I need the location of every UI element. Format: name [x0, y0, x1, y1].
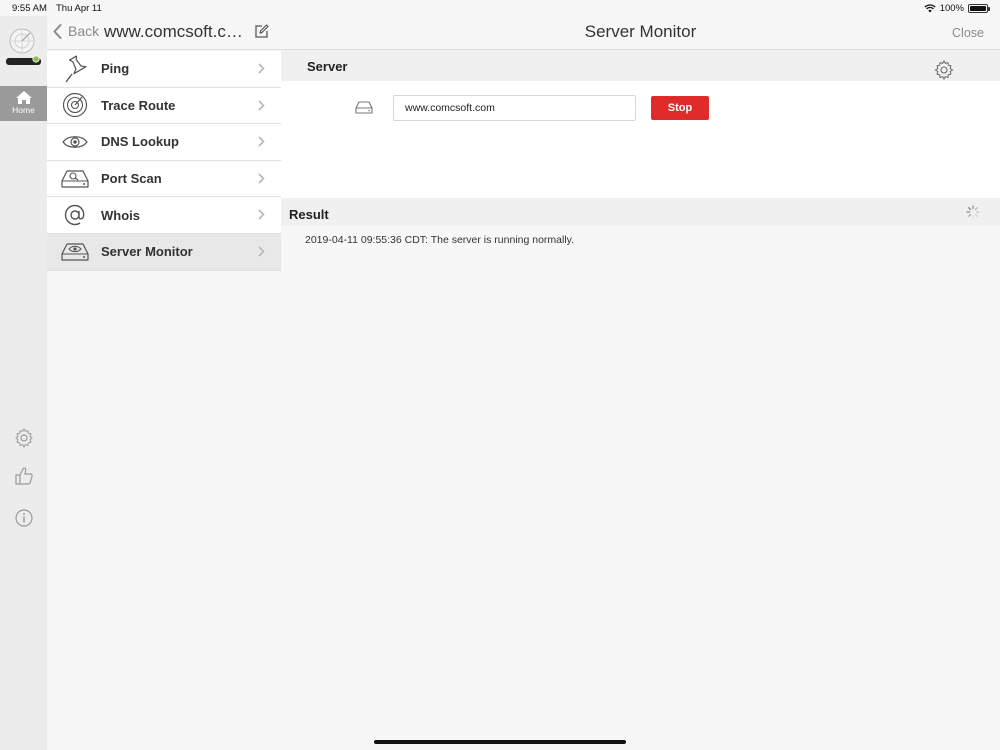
pushpin-icon: [65, 55, 87, 83]
wifi-icon: [924, 4, 936, 13]
page-title: Server Monitor: [584, 22, 697, 41]
battery-percent: 100%: [939, 3, 964, 14]
menu-label-dns-lookup: DNS Lookup: [101, 134, 179, 150]
result-line: 2019-04-11 09:55:36 CDT: The server is r…: [305, 234, 575, 246]
menu-label-ping: Ping: [101, 61, 130, 77]
at-sign-icon: [64, 204, 85, 226]
spinner-icon: [966, 205, 980, 219]
host-title: www.comcsoft.com: [104, 22, 246, 41]
stop-button[interactable]: Stop: [651, 96, 709, 120]
server-section-label: Server: [307, 59, 348, 74]
chevron-right-icon: [258, 173, 265, 184]
chevron-left-icon: [53, 23, 62, 39]
home-label: Home: [12, 105, 35, 115]
status-right: 100%: [924, 3, 990, 14]
battery-icon: [968, 4, 990, 13]
chevron-right-icon: [258, 63, 265, 74]
menu-item-server-monitor[interactable]: Server Monitor: [47, 233, 281, 271]
menu-item-trace-route[interactable]: Trace Route: [47, 88, 281, 125]
nav-header: Back www.comcsoft.com: [47, 16, 281, 50]
drive-search-icon: [61, 169, 89, 188]
menu-item-port-scan[interactable]: Port Scan: [47, 161, 281, 198]
home-icon: [15, 91, 32, 104]
status-bar: 9:55 AM Thu Apr 11 100%: [0, 0, 1000, 16]
host-input[interactable]: [393, 95, 636, 121]
back-label: Back: [68, 23, 100, 39]
chevron-right-icon: [258, 100, 265, 111]
main-header: Server Monitor Close: [281, 16, 1000, 50]
thumbs-up-icon[interactable]: [14, 466, 34, 486]
back-button[interactable]: Back: [53, 23, 99, 39]
left-rail: Home: [0, 16, 47, 750]
menu-label-port-scan: Port Scan: [101, 171, 162, 187]
info-icon[interactable]: [14, 508, 34, 528]
home-tab[interactable]: Home: [0, 86, 47, 121]
menu-label-trace-route: Trace Route: [101, 97, 176, 113]
chevron-right-icon: [258, 209, 265, 220]
close-button[interactable]: Close: [952, 26, 984, 40]
settings-icon[interactable]: [14, 428, 34, 448]
result-section-header: Result: [281, 198, 1000, 226]
menu-item-ping[interactable]: Ping: [47, 51, 281, 88]
home-indicator[interactable]: [374, 740, 626, 744]
gear-icon[interactable]: [934, 60, 954, 80]
chevron-right-icon: [258, 136, 265, 147]
status-date: Thu Apr 11: [56, 3, 102, 14]
eye-icon: [62, 136, 88, 148]
result-section-label: Result: [289, 207, 329, 222]
result-panel: 2019-04-11 09:55:36 CDT: The server is r…: [281, 226, 1000, 735]
chevron-right-icon: [258, 246, 265, 257]
menu-label-whois: Whois: [101, 207, 140, 223]
menu-item-whois[interactable]: Whois: [47, 197, 281, 234]
drive-icon: [355, 101, 373, 114]
status-time: 9:55 AM: [12, 3, 47, 14]
edit-icon[interactable]: [254, 24, 269, 39]
drive-eye-icon: [61, 243, 89, 261]
app-logo-icon[interactable]: [6, 24, 42, 74]
radar-icon: [62, 93, 88, 118]
tool-menu: Ping Trace Route DNS Lookup Port Scan Wh…: [47, 51, 281, 271]
menu-item-dns-lookup[interactable]: DNS Lookup: [47, 124, 281, 161]
menu-label-server-monitor: Server Monitor: [101, 244, 193, 260]
server-section-header: Server: [281, 50, 1000, 81]
server-panel: Stop: [281, 81, 1000, 198]
